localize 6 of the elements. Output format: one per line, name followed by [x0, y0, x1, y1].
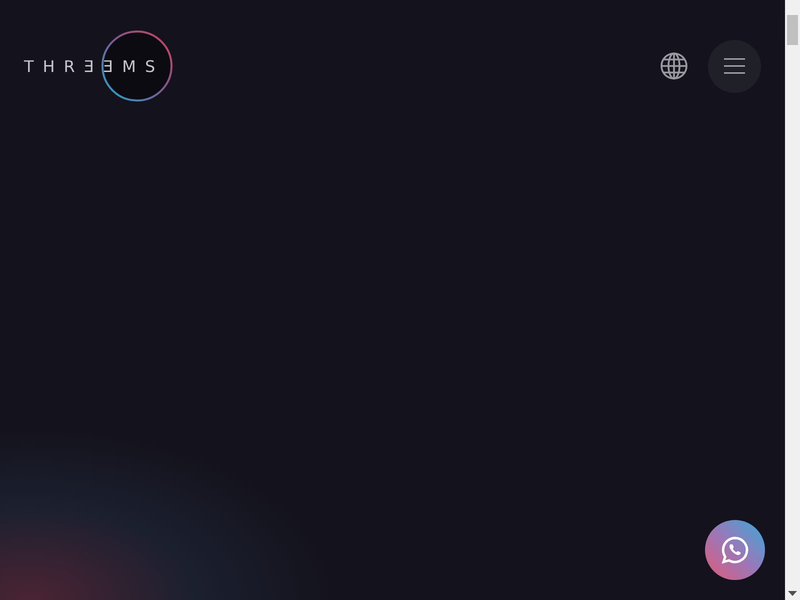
whatsapp-icon: [720, 535, 750, 565]
scroll-thumb[interactable]: [787, 15, 798, 45]
globe-icon[interactable]: [660, 52, 688, 80]
scrollbar[interactable]: [785, 0, 800, 600]
menu-icon: [724, 58, 745, 74]
scroll-down-icon[interactable]: [788, 591, 797, 596]
